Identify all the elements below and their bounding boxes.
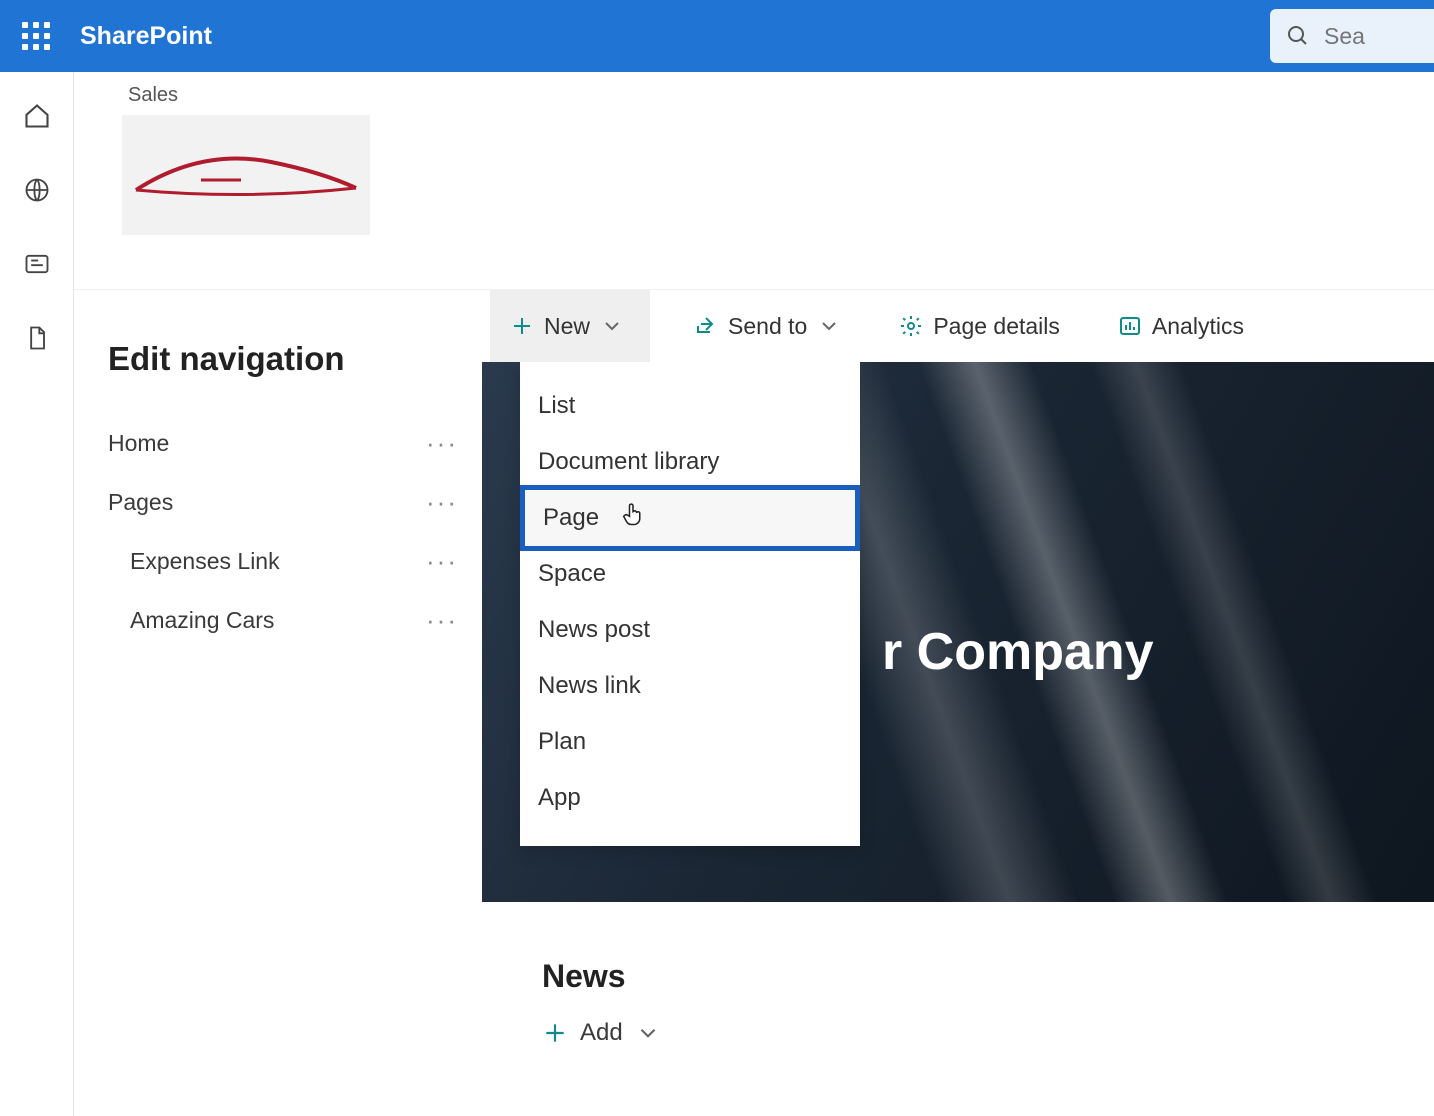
rail-home-button[interactable] [21, 100, 53, 132]
site-name[interactable]: Sales [128, 84, 1434, 107]
cursor-hand-icon [619, 500, 647, 528]
new-menu-item[interactable]: List [520, 378, 860, 434]
site-logo[interactable] [122, 115, 370, 235]
plus-icon [542, 1020, 568, 1046]
more-icon[interactable]: ··· [426, 546, 458, 577]
rail-files-button[interactable] [21, 322, 53, 354]
file-icon [23, 324, 51, 352]
news-icon [23, 250, 51, 278]
search-input[interactable] [1324, 23, 1414, 50]
page-details-button[interactable]: Page details [885, 290, 1074, 362]
news-add-label: Add [580, 1019, 623, 1047]
car-logo-icon [131, 140, 361, 210]
new-dropdown-menu: ListDocument libraryPageSpaceNews postNe… [520, 362, 860, 846]
nav-item-label: Home [108, 430, 169, 457]
plus-icon [510, 314, 534, 338]
left-rail [0, 72, 74, 1116]
command-bar: New Send to Page details Analytic [482, 290, 1434, 362]
new-menu-item[interactable]: Space [520, 546, 860, 602]
app-launcher-button[interactable] [0, 0, 72, 72]
new-button[interactable]: New [490, 290, 650, 362]
nav-item[interactable]: Pages ··· [108, 473, 458, 532]
new-label: New [544, 313, 590, 340]
new-menu-item[interactable]: Page [520, 485, 860, 551]
rail-globe-button[interactable] [21, 174, 53, 206]
analytics-button[interactable]: Analytics [1104, 290, 1258, 362]
nav-item[interactable]: Expenses Link ··· [108, 532, 458, 591]
globe-icon [23, 176, 51, 204]
edit-navigation-pane: Edit navigation Home···Pages···Expenses … [74, 290, 482, 1116]
edit-navigation-title: Edit navigation [108, 340, 458, 378]
waffle-icon [22, 22, 50, 50]
news-heading: News [542, 958, 1434, 995]
new-menu-item[interactable]: Plan [520, 714, 860, 770]
gear-icon [899, 314, 923, 338]
new-menu-item[interactable]: App [520, 770, 860, 826]
nav-item-label: Amazing Cars [130, 607, 274, 634]
news-add-button[interactable]: Add [542, 1019, 1434, 1047]
chevron-down-icon [817, 314, 841, 338]
send-to-label: Send to [728, 313, 807, 340]
page-area: New Send to Page details Analytic [482, 290, 1434, 1116]
analytics-icon [1118, 314, 1142, 338]
more-icon[interactable]: ··· [426, 605, 458, 636]
new-menu-item[interactable]: News post [520, 602, 860, 658]
more-icon[interactable]: ··· [426, 487, 458, 518]
search-box[interactable] [1270, 9, 1434, 63]
rail-news-button[interactable] [21, 248, 53, 280]
send-to-button[interactable]: Send to [680, 290, 855, 362]
news-webpart: News Add [482, 902, 1434, 1047]
site-header: Sales [74, 72, 1434, 290]
analytics-label: Analytics [1152, 313, 1244, 340]
suite-bar: SharePoint [0, 0, 1434, 72]
search-icon [1286, 24, 1310, 48]
more-icon[interactable]: ··· [426, 428, 458, 459]
nav-item[interactable]: Home ··· [108, 414, 458, 473]
new-menu-item[interactable]: News link [520, 658, 860, 714]
chevron-down-icon [635, 1020, 661, 1046]
nav-item[interactable]: Amazing Cars ··· [108, 591, 458, 650]
hero-image: r Company ListDocument libraryPageSpaceN… [482, 362, 1434, 902]
nav-item-label: Pages [108, 489, 173, 516]
share-icon [694, 314, 718, 338]
hero-title: r Company [882, 622, 1154, 682]
chevron-down-icon [600, 314, 624, 338]
nav-item-label: Expenses Link [130, 548, 280, 575]
page-details-label: Page details [933, 313, 1060, 340]
new-menu-item[interactable]: Document library [520, 434, 860, 490]
app-title[interactable]: SharePoint [80, 22, 212, 51]
home-icon [23, 102, 51, 130]
